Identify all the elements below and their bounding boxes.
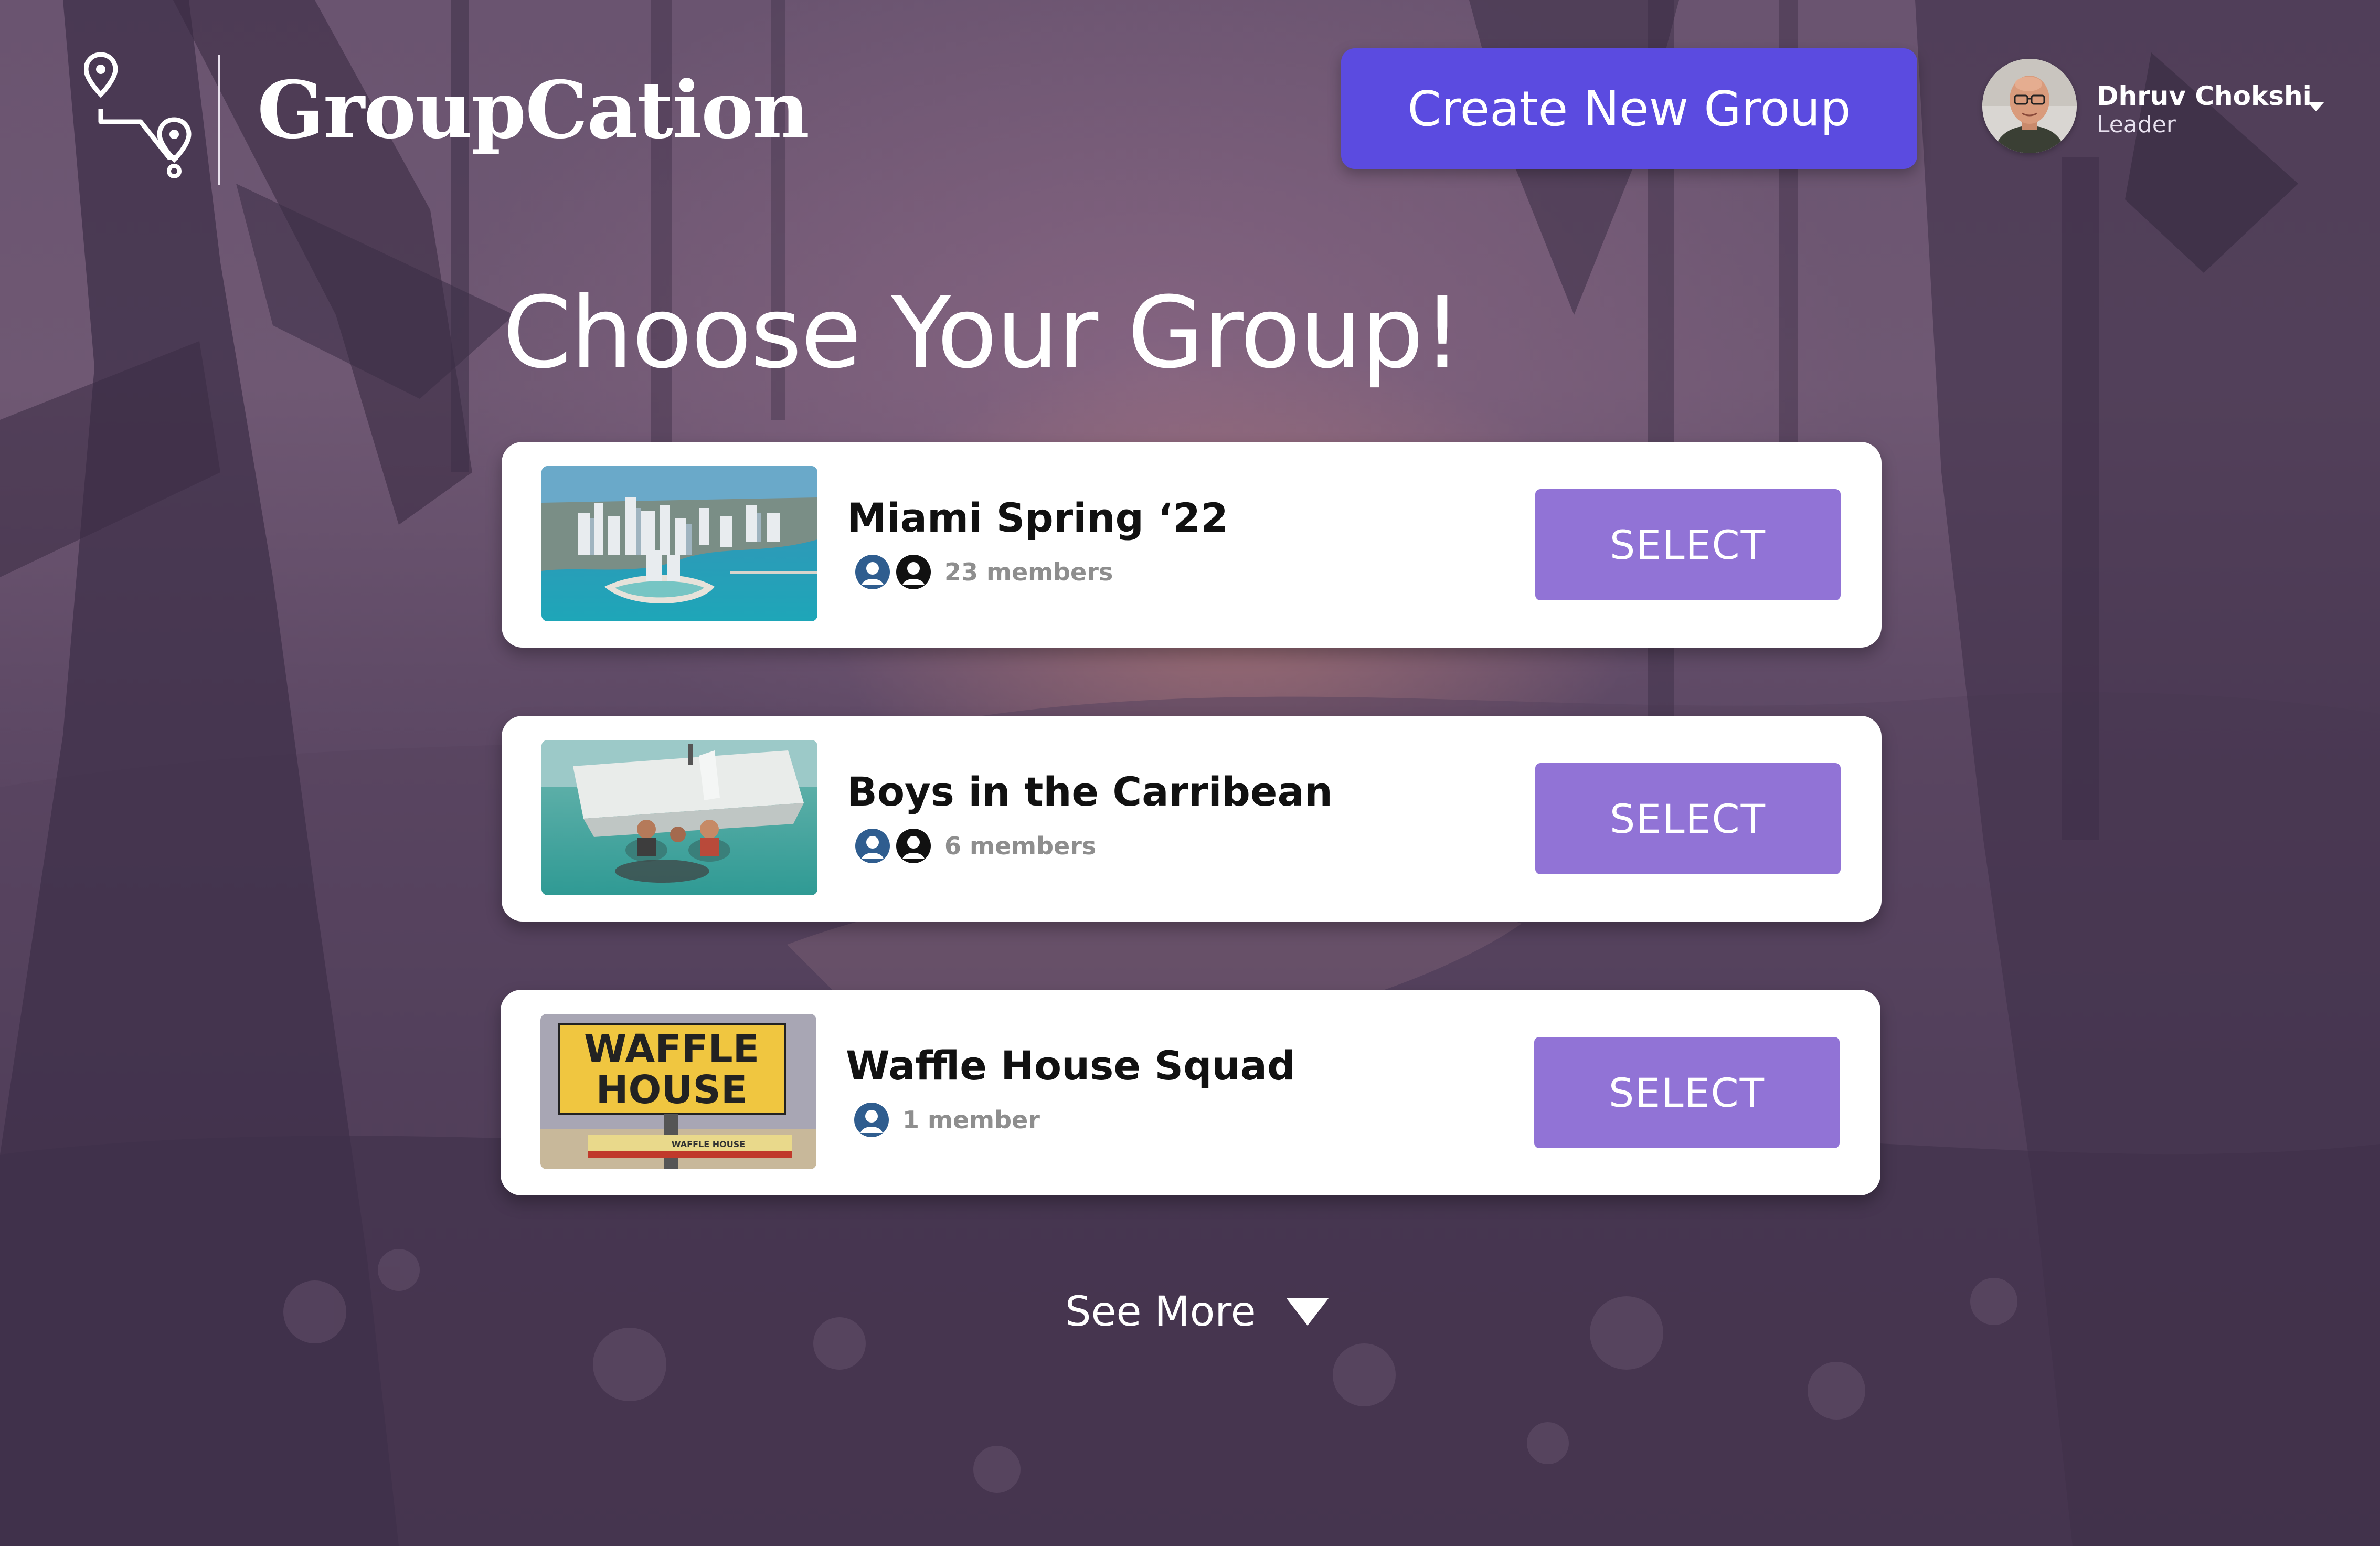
user-name: Dhruv Chokshi bbox=[2097, 81, 2312, 111]
see-more-button[interactable]: See More bbox=[1065, 1280, 1329, 1343]
member-avatar-icon bbox=[896, 829, 931, 863]
select-group-button[interactable]: SELECT bbox=[1534, 1037, 1840, 1148]
group-card: Miami Spring ‘22 23 members SELECT bbox=[502, 442, 1882, 648]
see-more-label: See More bbox=[1065, 1288, 1256, 1336]
svg-text:HOUSE: HOUSE bbox=[596, 1067, 748, 1113]
caret-down-icon bbox=[1286, 1298, 1329, 1326]
group-thumbnail-waffle-house: WAFFLE HOUSE WAFFLE HOUSE bbox=[540, 1014, 816, 1169]
group-thumbnail-miami bbox=[541, 466, 817, 621]
member-summary: 1 member bbox=[853, 1100, 1040, 1140]
select-group-button[interactable]: SELECT bbox=[1535, 763, 1841, 874]
group-thumbnail-carribean bbox=[541, 740, 817, 895]
select-group-button[interactable]: SELECT bbox=[1535, 489, 1841, 600]
svg-text:WAFFLE: WAFFLE bbox=[584, 1026, 759, 1072]
page: GroupCation Create New Group Dhruv Choks… bbox=[0, 0, 2380, 1546]
member-avatar-icon bbox=[896, 555, 931, 589]
user-menu[interactable]: Dhruv Chokshi Leader bbox=[1982, 59, 2334, 155]
group-card: WAFFLE HOUSE WAFFLE HOUSE Waffle House S… bbox=[501, 990, 1880, 1195]
create-new-group-button[interactable]: Create New Group bbox=[1341, 48, 1917, 169]
chevron-down-icon[interactable] bbox=[2308, 102, 2324, 111]
member-count: 23 members bbox=[944, 558, 1113, 586]
group-name: Miami Spring ‘22 bbox=[847, 494, 1228, 541]
user-role: Leader bbox=[2097, 111, 2176, 138]
member-avatar-icon bbox=[855, 829, 890, 863]
member-avatar-icon bbox=[855, 555, 890, 589]
member-count: 1 member bbox=[902, 1106, 1040, 1134]
svg-text:WAFFLE HOUSE: WAFFLE HOUSE bbox=[672, 1139, 745, 1149]
logo-divider bbox=[218, 55, 220, 185]
avatar bbox=[1982, 59, 2077, 153]
group-name: Boys in the Carribean bbox=[847, 768, 1333, 815]
group-name: Waffle House Squad bbox=[846, 1042, 1296, 1089]
member-avatar-icon bbox=[854, 1103, 889, 1137]
member-summary: 23 members bbox=[854, 552, 1113, 592]
member-count: 6 members bbox=[944, 832, 1097, 860]
brand-name[interactable]: GroupCation bbox=[257, 68, 810, 152]
member-summary: 6 members bbox=[854, 826, 1096, 866]
page-title: Choose Your Group! bbox=[503, 276, 1462, 390]
group-card: Boys in the Carribean 6 members SELECT bbox=[502, 716, 1882, 922]
